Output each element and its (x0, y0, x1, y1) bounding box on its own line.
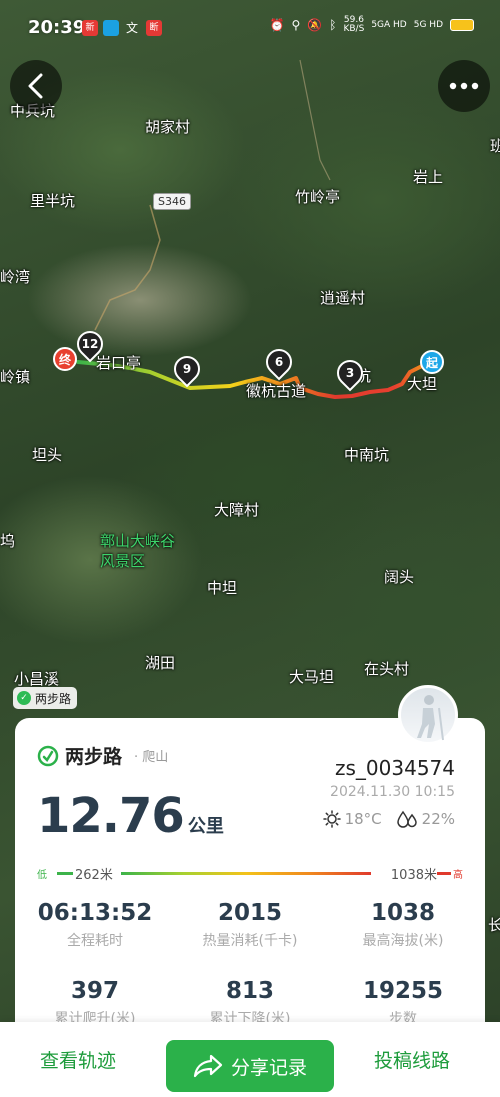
stat-ascent: 397 累计爬升(米) (54, 978, 136, 1027)
activity-type: · 爬山 (134, 750, 169, 765)
alarm-icon: ⏰ (269, 18, 285, 32)
map-label: 湖田 (145, 654, 176, 672)
distance: 12.76 公里 (37, 788, 224, 844)
net-speed: 59.6 KB/S (343, 15, 365, 34)
map-label: 中坦 (207, 579, 238, 597)
stat-duration: 06:13:52 全程耗时 (37, 900, 153, 949)
notification-app-icon: 新 (82, 20, 98, 36)
elevation-gradient-bar (121, 872, 371, 875)
map-label: 岩口亭 (96, 354, 142, 372)
notification-app-icon (103, 20, 119, 36)
map-label: 岭湾 (0, 268, 31, 286)
weather: 18°C 22% (322, 810, 455, 828)
map-label: 徽杭古道 (246, 382, 307, 400)
view-track-button[interactable]: 查看轨迹 (40, 1046, 116, 1073)
avatar[interactable] (398, 685, 458, 745)
track-summary-card: 两步路 · 爬山 12.76 公里 zs_0034574 2024.11.30 … (15, 718, 485, 1038)
map-label: 胡家村 (145, 118, 191, 136)
map-label: 长 (488, 916, 500, 934)
elevation-high-label: 高 (453, 870, 463, 881)
status-bar: 20:39 新 文 断 ⏰ ⚲ 🔕 ᛒ 59.6 KB/S 5GA HD 5G … (0, 0, 500, 56)
track-datetime: 2024.11.30 10:15 (330, 784, 455, 800)
map-label: 坦头 (32, 446, 63, 464)
mute-icon: 🔕 (307, 18, 323, 32)
map-label: 岭镇 (0, 368, 31, 386)
map-label: 岩上 (413, 168, 444, 186)
temperature: 18°C (344, 810, 382, 828)
stat-max-altitude: 1038 最高海拔(米) (362, 900, 444, 949)
submit-route-button[interactable]: 投稿线路 (374, 1046, 450, 1073)
distance-unit: 公里 (187, 816, 224, 837)
route-start-marker[interactable]: 起 (420, 350, 444, 374)
bluetooth-icon: ᛒ (329, 18, 337, 32)
elevation-min: 262米 (75, 868, 113, 883)
map-label: 里半坑 (30, 192, 76, 210)
map-label: 逍遥村 (320, 289, 366, 307)
map-label: 小昌溪 (14, 670, 60, 688)
hiker-icon (417, 695, 444, 741)
status-icons: ⏰ ⚲ 🔕 ᛒ 59.6 KB/S 5GA HD 5G HD (270, 16, 474, 34)
app-logo-icon: ✓ (17, 691, 31, 705)
elevation-max: 1038米 (390, 868, 437, 883)
brand-name: 两步路 (65, 746, 123, 768)
brand: 两步路 · 爬山 (37, 742, 168, 769)
bottom-action-bar: 查看轨迹 分享记录 投稿线路 (0, 1022, 500, 1097)
user-id: zs_0034574 (335, 756, 455, 780)
signal-1: 5GA HD (371, 19, 407, 30)
share-record-button[interactable]: 分享记录 (166, 1040, 334, 1092)
humidity: 22% (421, 810, 455, 828)
location-icon: ⚲ (291, 18, 301, 32)
status-time: 20:39 (28, 17, 86, 38)
map-label: 中南坑 (344, 446, 390, 464)
sun-icon (322, 810, 341, 828)
stat-steps: 19255 步数 (362, 978, 444, 1027)
elevation-range: 低 262米 1038米 高 (37, 864, 463, 883)
map-label: 大马坦 (289, 668, 335, 686)
map-label: 在头村 (364, 660, 410, 678)
map-label: 大坦 (407, 375, 438, 393)
notification-app-icon: 断 (146, 20, 162, 36)
more-button[interactable] (438, 60, 490, 112)
signal-2: 5G HD (413, 19, 443, 30)
scenic-area-label: 鄣山大峡谷风景区 (100, 532, 176, 570)
map-label: 班 (490, 137, 500, 155)
elevation-bar-high (437, 872, 451, 875)
app-watermark: ✓ 两步路 (13, 687, 78, 709)
map-label: 阔头 (384, 568, 415, 586)
map-label: 坞 (0, 532, 16, 550)
road-badge: S346 (153, 193, 191, 210)
back-button[interactable] (10, 60, 62, 112)
more-dots-icon (449, 82, 479, 90)
elevation-bar-low (57, 872, 73, 875)
battery-icon (450, 19, 474, 31)
stat-descent: 813 累计下降(米) (209, 978, 291, 1027)
notification-app-icon: 文 (125, 21, 138, 35)
brand-logo-icon (37, 745, 59, 766)
humidity-icon (396, 810, 417, 828)
map-label: 竹岭亭 (295, 188, 341, 206)
share-icon (193, 1054, 223, 1078)
distance-value: 12.76 (37, 788, 185, 844)
elevation-low-label: 低 (37, 870, 47, 881)
map-label: 大障村 (214, 501, 260, 519)
chevron-left-icon (28, 73, 43, 99)
stat-calories: 2015 热量消耗(千卡) (202, 900, 298, 949)
route-end-marker[interactable]: 终 (53, 347, 77, 371)
